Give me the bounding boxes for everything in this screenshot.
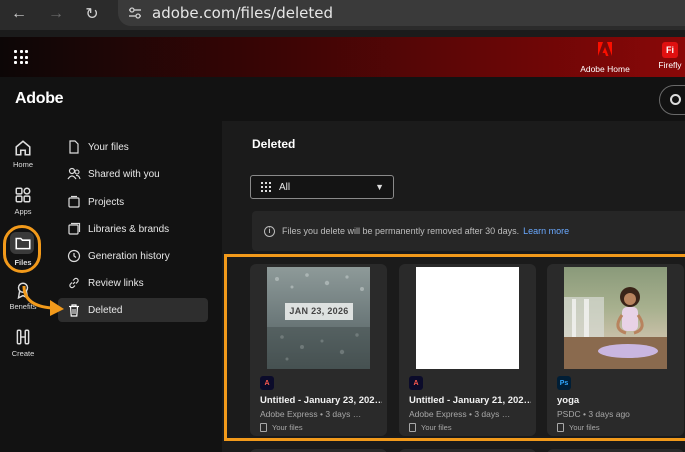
address-bar[interactable]: adobe.com/files/deleted (118, 0, 685, 26)
file-thumbnail (564, 267, 667, 369)
adobe-wordmark[interactable]: Adobe (15, 90, 64, 108)
sidebar-item-generation-history[interactable]: Generation history (58, 244, 208, 268)
sidebar-item-your-files[interactable]: Your files (58, 135, 208, 159)
trash-icon (69, 304, 79, 317)
learn-more-link[interactable]: Learn more (523, 226, 569, 236)
sidebar-item-label: Deleted (88, 304, 123, 316)
apps-icon (15, 187, 31, 203)
thumb-date-text: JAN 23, 2026 (289, 306, 349, 316)
folder-icon (15, 237, 31, 250)
sidebar-item-label: Review links (88, 277, 144, 289)
sidebar-item-projects[interactable]: Projects (58, 190, 208, 214)
app-switcher-icon[interactable] (14, 50, 28, 64)
rail-home[interactable]: Home (0, 139, 46, 169)
sidebar-item-review-links[interactable]: Review links (58, 271, 208, 295)
rail-create[interactable]: Create (0, 328, 46, 358)
rail-files[interactable]: Files (0, 234, 46, 267)
all-apps-icon (261, 182, 271, 192)
adobe-express-icon: A (409, 376, 423, 390)
rail-create-label: Create (11, 349, 35, 358)
files-sidebar: Your files Shared with you Projects Libr… (46, 121, 222, 452)
sidebar-item-label: Projects (88, 196, 125, 208)
file-title: Untitled - January 23, 202… (260, 395, 382, 406)
rainy-window-image (267, 273, 370, 369)
url-text: adobe.com/files/deleted (152, 4, 333, 22)
file-meta: PSDC • 3 days ago (557, 409, 630, 419)
history-icon (67, 249, 81, 263)
file-icon (69, 140, 79, 154)
firefly-button[interactable]: Fi Firefly (655, 42, 685, 70)
site-settings-icon[interactable] (128, 7, 142, 19)
file-meta: Adobe Express • 3 days … (260, 409, 362, 419)
file-location: Your files (409, 423, 452, 432)
adobe-express-icon: A (260, 376, 274, 390)
arrow-left-icon: ← (11, 5, 27, 22)
rail-apps[interactable]: Apps (0, 186, 46, 216)
file-location-label: Your files (272, 423, 303, 432)
file-location: Your files (260, 423, 303, 432)
people-icon (67, 167, 81, 180)
back-button[interactable]: ← (8, 3, 30, 25)
app-header: Adobe Home Fi Firefly (0, 37, 685, 77)
file-icon (557, 423, 564, 432)
photoshop-icon: Ps (557, 376, 571, 390)
brand-bar: Adobe (0, 77, 685, 121)
browser-toolbar: ← → ↻ adobe.com/files/deleted (0, 0, 685, 30)
file-location-label: Your files (421, 423, 452, 432)
home-icon (15, 140, 31, 156)
sidebar-item-label: Libraries & brands (88, 223, 170, 235)
link-icon (69, 277, 79, 289)
file-thumbnail: JAN 23, 2026 (267, 267, 370, 369)
info-banner: i Files you delete will be permanently r… (252, 211, 685, 251)
adobe-logo-icon (598, 42, 612, 56)
firefly-label: Firefly (658, 60, 682, 70)
file-card[interactable]: A Untitled - January 21, 202… Adobe Expr… (399, 264, 536, 436)
adobe-home-button[interactable]: Adobe Home (578, 42, 632, 74)
arrow-right-icon: → (48, 5, 64, 22)
yoga-image (564, 287, 667, 369)
file-icon (260, 423, 267, 432)
filter-value: All (279, 181, 291, 193)
reload-icon: ↻ (85, 6, 99, 23)
file-title: yoga (557, 395, 580, 406)
page-title: Deleted (252, 137, 296, 151)
libraries-icon (68, 222, 81, 235)
rail-files-label: Files (14, 258, 32, 267)
file-icon (409, 423, 416, 432)
adobe-home-label: Adobe Home (580, 64, 630, 74)
rail-home-label: Home (12, 160, 33, 169)
file-card[interactable]: JAN 23, 2026 A Untitled - January 23, 20… (250, 264, 387, 436)
search-icon (670, 94, 681, 105)
sidebar-item-libraries-brands[interactable]: Libraries & brands (58, 217, 208, 241)
sidebar-item-deleted[interactable]: Deleted (58, 298, 208, 322)
sidebar-item-label: Generation history (88, 250, 170, 262)
search-button[interactable] (659, 85, 685, 115)
main-content: Deleted All ▼ i Files you delete will be… (222, 121, 685, 452)
forward-button[interactable]: → (45, 3, 67, 25)
file-location: Your files (557, 423, 600, 432)
sidebar-item-shared-with-you[interactable]: Shared with you (58, 162, 208, 186)
file-thumbnail (416, 267, 519, 369)
file-location-label: Your files (569, 423, 600, 432)
sidebar-item-label: Shared with you (88, 168, 160, 180)
projects-icon (68, 195, 80, 208)
filter-dropdown[interactable]: All ▼ (250, 175, 394, 199)
create-icon (16, 329, 30, 345)
file-card[interactable]: Ps yoga PSDC • 3 days ago Your files (547, 264, 684, 436)
file-meta: Adobe Express • 3 days … (409, 409, 511, 419)
rail-apps-label: Apps (14, 207, 32, 216)
reload-button[interactable]: ↻ (81, 3, 103, 25)
firefly-logo-icon: Fi (662, 42, 678, 58)
annotation-arrow (22, 285, 64, 316)
info-icon: i (264, 225, 275, 237)
sidebar-item-label: Your files (88, 141, 129, 153)
chevron-down-icon: ▼ (375, 182, 384, 192)
info-text: Files you delete will be permanently rem… (282, 226, 520, 236)
file-title: Untitled - January 21, 202… (409, 395, 531, 406)
